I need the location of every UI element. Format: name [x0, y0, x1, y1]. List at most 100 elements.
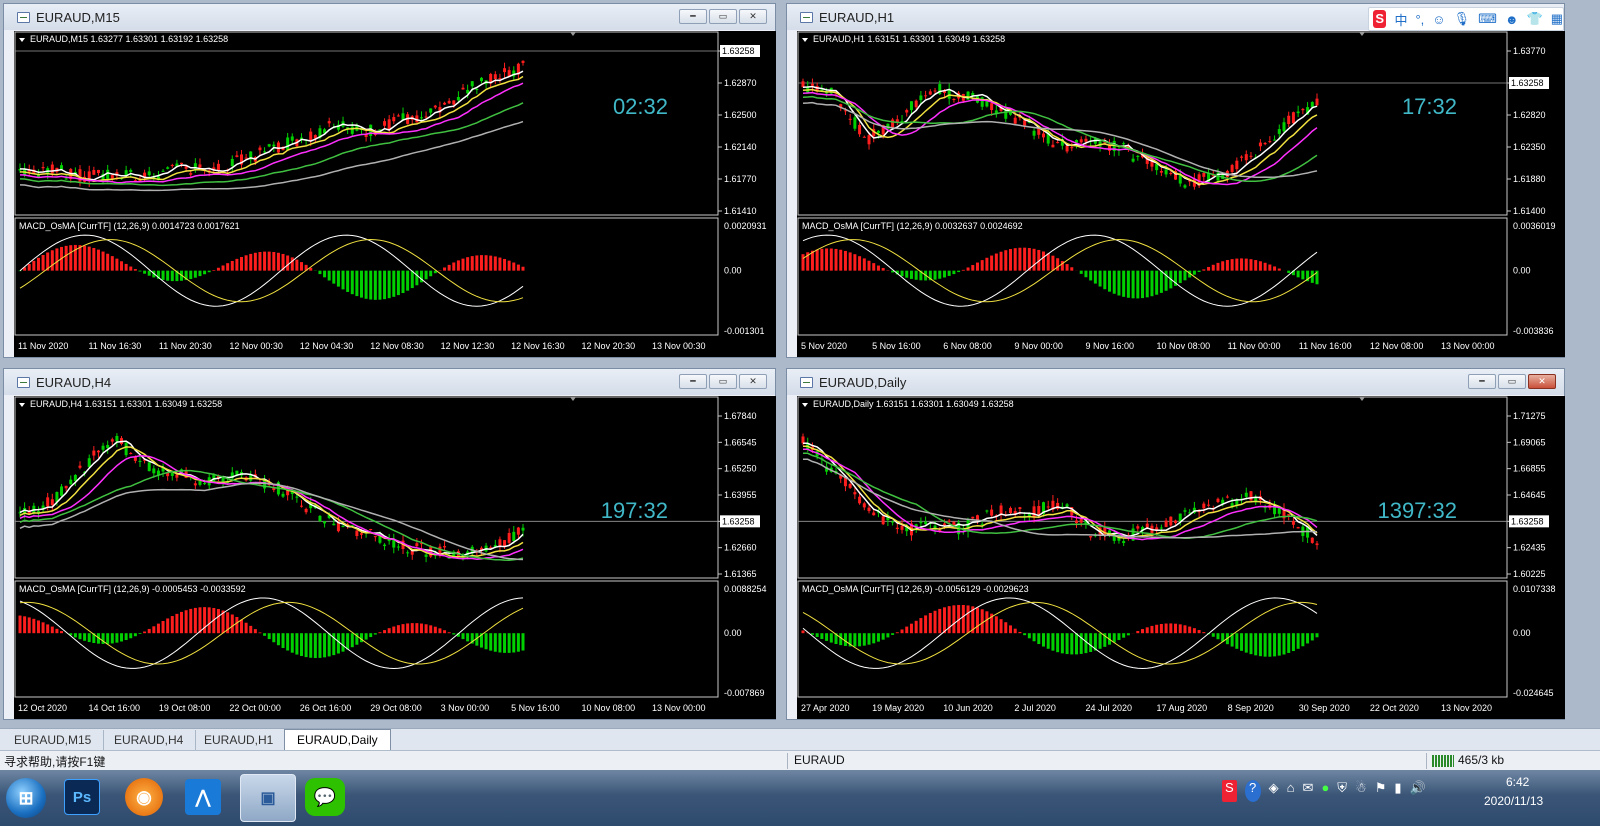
wechat-tray-icon[interactable]: ● — [1321, 780, 1329, 802]
chart-window-h4[interactable]: EURAUD,H4 ━ ▭ ✕ EURAUD,H4 1.63151 1.6330… — [3, 368, 776, 720]
flag-tray-icon[interactable]: ⚑ — [1375, 780, 1387, 802]
candle-body — [512, 531, 516, 541]
chart-svg[interactable]: EURAUD,H4 1.63151 1.63301 1.63049 1.6325… — [14, 396, 776, 719]
macd-histogram-bar — [36, 620, 40, 634]
candle-body — [1183, 185, 1187, 188]
window-titlebar[interactable]: EURAUD,H4 ━ ▭ ✕ — [4, 369, 775, 395]
macd-histogram-bar — [881, 633, 885, 640]
candle-body — [203, 483, 207, 485]
user-icon[interactable]: ☻ — [1505, 12, 1519, 27]
macd-histogram-bar — [971, 265, 975, 271]
signal-tray-icon[interactable]: ▮ — [1394, 780, 1401, 802]
candle-body — [952, 98, 956, 101]
macd-histogram-bar — [281, 633, 285, 648]
macd-histogram-bar — [32, 260, 36, 271]
minimize-button[interactable]: ━ — [1468, 374, 1496, 389]
tab-euraud-daily[interactable]: EURAUD,Daily — [284, 729, 391, 751]
macd-histogram-bar — [905, 270, 909, 278]
macd-histogram-bar — [1183, 625, 1187, 634]
chart-svg[interactable]: EURAUD,Daily 1.63151 1.63301 1.63049 1.6… — [797, 396, 1565, 719]
candle-body — [858, 496, 862, 504]
keyboard-icon[interactable]: ⌨ — [1478, 11, 1497, 27]
candle-body — [924, 95, 928, 97]
candle-body — [216, 163, 220, 171]
photoshop-icon[interactable]: Ps — [64, 779, 100, 815]
ime-toolbar[interactable]: S 中 °, ☺ 🎙 ⌨ ☻ 👕 ▦ — [1368, 7, 1564, 31]
macd-histogram-bar — [1051, 633, 1055, 651]
macd-histogram-bar — [235, 616, 239, 634]
close-button[interactable]: ✕ — [739, 9, 767, 24]
network-tray-icon[interactable]: ⌂ — [1287, 780, 1295, 802]
minimize-button[interactable]: ━ — [679, 9, 707, 24]
chart-svg[interactable]: EURAUD,H1 1.63151 1.63301 1.63049 1.6325… — [797, 31, 1565, 357]
clock-time[interactable]: 6:42 — [1506, 775, 1529, 789]
emoji-icon[interactable]: ☺ — [1432, 12, 1445, 27]
candle-body — [115, 435, 119, 442]
macd-signal-line — [802, 238, 1318, 303]
sogou-tray-icon[interactable]: S — [1222, 780, 1237, 802]
macd-histogram-bar — [1235, 633, 1239, 649]
wechat-icon[interactable]: 💬 — [305, 778, 345, 816]
chart-area[interactable]: EURAUD,H4 1.63151 1.63301 1.63049 1.6325… — [14, 396, 776, 719]
tab-euraud-m15[interactable]: EURAUD,M15 — [2, 730, 105, 750]
maximize-button[interactable]: ▭ — [709, 374, 737, 389]
x-tick-label: 12 Nov 12:30 — [441, 341, 495, 351]
help-tray-icon[interactable]: ? — [1244, 780, 1261, 802]
shield-tray-icon[interactable]: ◈ — [1269, 780, 1279, 802]
close-button[interactable]: ✕ — [1528, 374, 1556, 389]
macd-histogram-bar — [124, 263, 128, 271]
macd-histogram-bar — [1258, 633, 1262, 657]
candle-body — [78, 465, 82, 468]
metatrader-icon[interactable]: ▣ — [240, 774, 296, 822]
macd-histogram-bar — [452, 262, 456, 271]
chart-area[interactable]: EURAUD,Daily 1.63151 1.63301 1.63049 1.6… — [797, 396, 1565, 719]
ime-language[interactable]: 中 — [1394, 10, 1407, 29]
macd-histogram-bar — [1131, 270, 1135, 299]
ime-punctuation[interactable]: °, — [1415, 12, 1424, 27]
tab-euraud-h1[interactable]: EURAUD,H1 — [192, 730, 287, 750]
maximize-button[interactable]: ▭ — [709, 9, 737, 24]
chart-area[interactable]: EURAUD,M15 1.63277 1.63301 1.63192 1.632… — [14, 31, 776, 357]
minimize-button[interactable]: ━ — [679, 374, 707, 389]
volume-tray-icon[interactable]: 🔊 — [1410, 780, 1426, 802]
macd-histogram-bar — [203, 607, 207, 634]
chart-window-m15[interactable]: EURAUD,M15 ━ ▭ ✕ EURAUD,M15 1.63277 1.63… — [3, 3, 776, 358]
start-orb-icon[interactable]: ⊞ — [6, 778, 46, 818]
microphone-icon[interactable]: 🎙 — [1454, 11, 1471, 27]
chart-area[interactable]: EURAUD,H1 1.63151 1.63301 1.63049 1.6325… — [797, 31, 1565, 357]
macd-histogram-bar — [1263, 633, 1267, 657]
dropdown-arrow-icon — [19, 38, 25, 42]
qq-tray-icon[interactable]: ☃ — [1355, 780, 1367, 802]
macd-histogram-bar — [507, 633, 511, 653]
grid-icon[interactable]: ▦ — [1551, 11, 1563, 27]
close-button[interactable]: ✕ — [739, 374, 767, 389]
window-titlebar[interactable]: EURAUD,M15 ━ ▭ ✕ — [4, 4, 775, 30]
maximize-button[interactable]: ▭ — [1498, 374, 1526, 389]
candle-body — [1225, 496, 1229, 498]
clock-date[interactable]: 2020/11/13 — [1484, 794, 1543, 808]
security-tray-icon[interactable]: ⛨ — [1337, 780, 1347, 802]
browser-icon[interactable]: ◉ — [125, 778, 163, 816]
chart-svg[interactable]: EURAUD,M15 1.63277 1.63301 1.63192 1.632… — [14, 31, 776, 357]
chart-window-daily[interactable]: EURAUD,Daily ━ ▭ ✕ EURAUD,Daily 1.63151 … — [786, 368, 1565, 720]
macd-histogram-bar — [484, 633, 488, 650]
macd-histogram-bar — [1178, 270, 1182, 284]
shirt-icon[interactable]: 👕 — [1527, 11, 1543, 27]
candle-body — [1291, 521, 1295, 525]
window-titlebar[interactable]: EURAUD,Daily ━ ▭ ✕ — [787, 369, 1564, 395]
candle-timer: 1397:32 — [1377, 498, 1457, 523]
macd-histogram-bar — [947, 606, 951, 634]
macd-histogram-bar — [332, 270, 336, 284]
app-blue-icon[interactable]: ⋀ — [185, 779, 221, 815]
chat-tray-icon[interactable]: ✉ — [1303, 780, 1314, 802]
macd-histogram-bar — [942, 607, 946, 634]
candle-body — [919, 95, 923, 101]
tab-euraud-h4[interactable]: EURAUD,H4 — [102, 730, 197, 750]
chart-window-h1[interactable]: EURAUD,H1 EURAUD,H1 1.63151 1.63301 1.63… — [786, 3, 1565, 358]
macd-histogram-bar — [461, 633, 465, 640]
sogou-logo-icon[interactable]: S — [1373, 10, 1387, 28]
macd-histogram-bar — [858, 256, 862, 271]
macd-histogram-bar — [286, 633, 290, 651]
x-tick-label: 5 Nov 16:00 — [872, 341, 921, 351]
macd-histogram-bar — [406, 623, 410, 634]
